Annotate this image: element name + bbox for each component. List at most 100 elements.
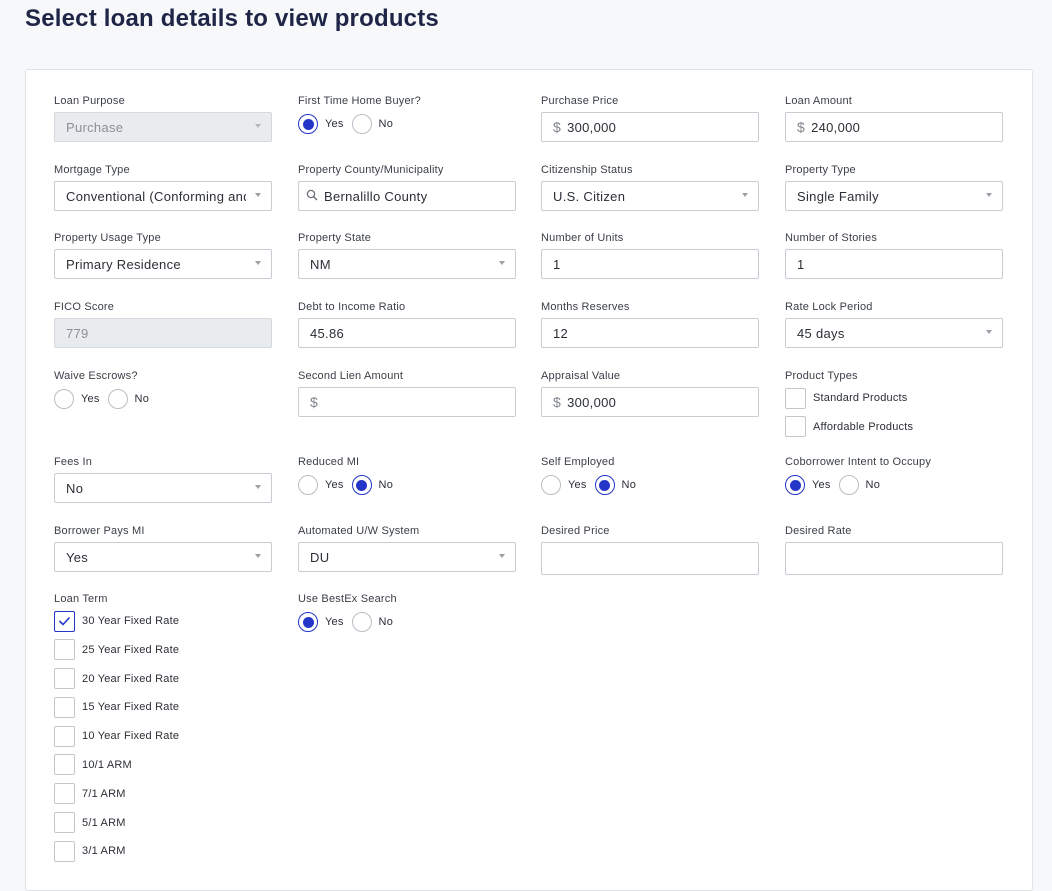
waive-escrows-field: Waive Escrows? Yes No — [54, 369, 272, 411]
checkbox-label: Standard Products — [813, 392, 908, 404]
reduced-mi-yes-radio[interactable]: Yes — [298, 475, 344, 495]
bestex-no-radio[interactable]: No — [351, 612, 393, 632]
self-employed-radios: Yes No — [541, 473, 759, 497]
stories-value: 1 — [797, 256, 805, 272]
units-input[interactable]: 1 — [541, 249, 759, 279]
mortgage-type-value: Conventional (Conforming and Jumbo) — [66, 188, 246, 204]
citizenship-select[interactable]: U.S. Citizen — [541, 181, 759, 211]
loan-amount-value: 240,000 — [811, 119, 861, 135]
rate-lock-select[interactable]: 45 days — [785, 318, 1003, 348]
bestex-field: Use BestEx Search Yes No — [298, 592, 516, 634]
purchase-price-input[interactable]: $ 300,000 — [541, 112, 759, 142]
property-county-input[interactable]: Bernalillo County — [298, 181, 516, 211]
waive-escrows-no-radio[interactable]: No — [107, 389, 150, 409]
desired-price-input[interactable] — [541, 542, 759, 575]
loan-purpose-field: Loan Purpose Purchase — [54, 94, 272, 142]
waive-escrows-yes-radio[interactable]: Yes — [54, 389, 100, 409]
loan-term-10-1-arm-checkbox[interactable]: 10/1 ARM — [54, 754, 272, 776]
mortgage-type-label: Mortgage Type — [54, 164, 130, 176]
chevron-down-icon — [255, 193, 261, 197]
aus-select[interactable]: DU — [298, 542, 516, 572]
checkbox-label: 15 Year Fixed Rate — [82, 701, 180, 714]
product-types-field: Product Types Standard Products Affordab… — [785, 369, 1003, 445]
reduced-mi-radios: Yes No — [298, 473, 516, 497]
first-time-buyer-no-radio[interactable]: No — [351, 114, 393, 134]
fees-in-field: Fees In No — [54, 455, 272, 503]
reserves-input[interactable]: 12 — [541, 318, 759, 348]
self-employed-no-radio[interactable]: No — [594, 475, 636, 495]
checkbox-label: 20 Year Fixed Rate — [82, 672, 180, 685]
chevron-down-icon — [255, 124, 261, 128]
bestex-radios: Yes No — [298, 610, 516, 634]
radio-label: No — [865, 479, 881, 491]
coborrower-radios: Yes No — [785, 473, 1003, 497]
second-lien-input[interactable]: $ — [298, 387, 516, 417]
loan-term-5-1-arm-checkbox[interactable]: 5/1 ARM — [54, 812, 272, 834]
fees-in-label: Fees In — [54, 456, 93, 468]
loan-term-25yr-checkbox[interactable]: 25 Year Fixed Rate — [54, 639, 272, 661]
mortgage-type-select[interactable]: Conventional (Conforming and Jumbo) — [54, 181, 272, 211]
dollar-icon: $ — [310, 394, 319, 410]
checkbox-label: 30 Year Fixed Rate — [82, 615, 180, 627]
loan-term-7-1-arm-checkbox[interactable]: 7/1 ARM — [54, 783, 272, 805]
desired-rate-field: Desired Rate — [785, 524, 1003, 575]
appraisal-input[interactable]: $ 300,000 — [541, 387, 759, 417]
loan-purpose-value: Purchase — [66, 119, 124, 135]
reserves-value: 12 — [553, 325, 569, 341]
self-employed-yes-radio[interactable]: Yes — [541, 475, 587, 495]
stories-input[interactable]: 1 — [785, 249, 1003, 279]
first-time-buyer-yes-radio[interactable]: Yes — [298, 114, 344, 134]
property-type-select[interactable]: Single Family — [785, 181, 1003, 211]
stories-field: Number of Stories 1 — [785, 231, 1003, 279]
purchase-price-field: Purchase Price $ 300,000 — [541, 94, 759, 142]
radio-label: Yes — [325, 118, 344, 130]
borrower-pays-mi-select[interactable]: Yes — [54, 542, 272, 572]
chevron-down-icon — [986, 330, 992, 334]
aus-field: Automated U/W System DU — [298, 524, 516, 572]
units-label: Number of Units — [541, 232, 624, 244]
reduced-mi-no-radio[interactable]: No — [351, 475, 393, 495]
checkbox-label: 10/1 ARM — [82, 758, 132, 771]
usage-type-select[interactable]: Primary Residence — [54, 249, 272, 279]
usage-type-field: Property Usage Type Primary Residence — [54, 231, 272, 279]
fico-label: FICO Score — [54, 301, 115, 313]
reduced-mi-field: Reduced MI Yes No — [298, 455, 516, 497]
loan-details-card: Loan Purpose Purchase First Time Home Bu… — [25, 69, 1033, 891]
property-state-select[interactable]: NM — [298, 249, 516, 279]
loan-term-20yr-checkbox[interactable]: 20 Year Fixed Rate — [54, 668, 272, 690]
product-type-standard-checkbox[interactable]: Standard Products — [785, 387, 1003, 409]
loan-purpose-label: Loan Purpose — [54, 95, 125, 107]
property-type-field: Property Type Single Family — [785, 163, 1003, 211]
property-state-field: Property State NM — [298, 231, 516, 279]
second-lien-field: Second Lien Amount $ — [298, 369, 516, 417]
loan-term-3-1-arm-checkbox[interactable]: 3/1 ARM — [54, 840, 272, 862]
page-title: Select loan details to view products — [25, 5, 439, 32]
chevron-down-icon — [255, 485, 261, 489]
chevron-down-icon — [255, 554, 261, 558]
loan-term-10yr-checkbox[interactable]: 10 Year Fixed Rate — [54, 725, 272, 747]
fees-in-select[interactable]: No — [54, 473, 272, 503]
chevron-down-icon — [986, 193, 992, 197]
bestex-yes-radio[interactable]: Yes — [298, 612, 344, 632]
citizenship-label: Citizenship Status — [541, 164, 633, 176]
units-field: Number of Units 1 — [541, 231, 759, 279]
radio-label: No — [134, 393, 150, 405]
aus-label: Automated U/W System — [298, 525, 420, 537]
aus-value: DU — [310, 549, 330, 565]
property-type-label: Property Type — [785, 164, 856, 176]
first-time-buyer-radios: Yes No — [298, 112, 516, 136]
dti-input[interactable]: 45.86 — [298, 318, 516, 348]
product-type-affordable-checkbox[interactable]: Affordable Products — [785, 416, 1003, 438]
fico-field: FICO Score 779 — [54, 300, 272, 348]
chevron-down-icon — [742, 193, 748, 197]
desired-rate-input[interactable] — [785, 542, 1003, 575]
loan-amount-input[interactable]: $ 240,000 — [785, 112, 1003, 142]
dollar-icon: $ — [553, 394, 562, 410]
coborrower-yes-radio[interactable]: Yes — [785, 475, 831, 495]
loan-term-30yr-checkbox[interactable]: 30 Year Fixed Rate — [54, 610, 272, 632]
loan-term-15yr-checkbox[interactable]: 15 Year Fixed Rate — [54, 696, 272, 718]
coborrower-no-radio[interactable]: No — [838, 475, 881, 495]
radio-label: Yes — [325, 479, 344, 491]
fico-value: 779 — [66, 325, 89, 341]
waive-escrows-label: Waive Escrows? — [54, 370, 138, 382]
